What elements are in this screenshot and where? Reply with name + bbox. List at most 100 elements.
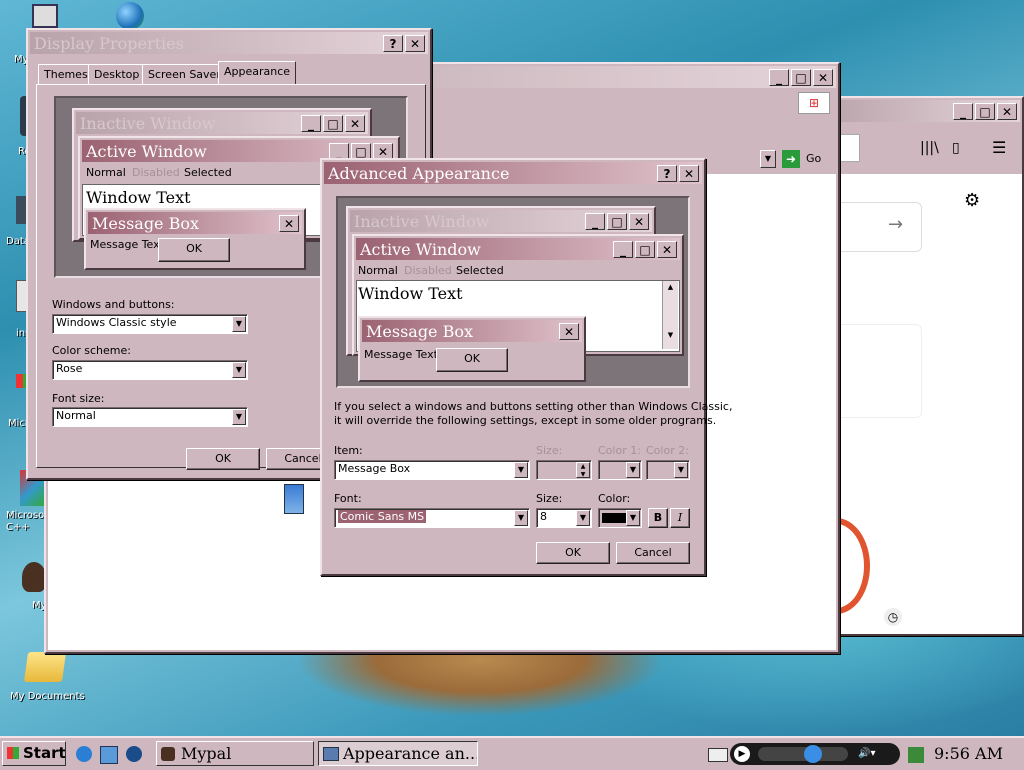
browser-back-titlebar[interactable]: _ □ ✕ bbox=[824, 100, 1020, 122]
clock[interactable]: 9:56 AM bbox=[934, 744, 1003, 763]
font-size-select[interactable]: Normal ▼ bbox=[52, 407, 248, 427]
color2-label: Color 2: bbox=[646, 444, 689, 457]
arrow-right-icon[interactable]: → bbox=[888, 214, 903, 235]
advanced-appearance-window[interactable]: Advanced Appearance ? ✕ Inactive Window … bbox=[320, 158, 732, 576]
advanced-appearance-titlebar[interactable]: Advanced Appearance ? ✕ bbox=[324, 162, 702, 184]
windows-logo-icon: ⊞ bbox=[798, 92, 830, 114]
taskbar-button-label: Mypal bbox=[181, 744, 232, 763]
windows-buttons-select[interactable]: Windows Classic style ▼ bbox=[52, 314, 248, 334]
taskbar-button-mypal[interactable]: Mypal bbox=[156, 741, 314, 766]
tab-screen-saver[interactable]: Screen Saver bbox=[142, 64, 227, 85]
item-size-spinner[interactable]: ▲ ▼ bbox=[536, 460, 592, 480]
taskbar-button-appearance[interactable]: Appearance an... bbox=[318, 741, 478, 766]
close-button: ✕ bbox=[657, 241, 677, 258]
maximize-button[interactable]: □ bbox=[975, 103, 995, 120]
play-icon[interactable]: ▶ bbox=[734, 746, 750, 762]
help-button[interactable]: ? bbox=[383, 35, 403, 52]
color2-picker[interactable]: ▼ bbox=[646, 460, 690, 480]
minimize-button[interactable]: _ bbox=[769, 69, 789, 86]
minimize-button[interactable]: _ bbox=[953, 103, 973, 120]
maximize-button[interactable]: □ bbox=[791, 69, 811, 86]
close-button[interactable]: ✕ bbox=[997, 103, 1017, 120]
media-play-center-icon[interactable] bbox=[804, 745, 822, 763]
preview-msgbox-ok: OK bbox=[158, 238, 230, 262]
windows-buttons-value: Windows Classic style bbox=[56, 316, 177, 329]
font-size-label: Font size: bbox=[52, 392, 105, 405]
preview-menu-selected: Selected bbox=[456, 264, 504, 277]
folder-icon[interactable] bbox=[23, 652, 67, 682]
preview-active-title: Active Window bbox=[360, 239, 481, 259]
italic-button[interactable]: I bbox=[670, 508, 690, 528]
monkey-shortcut-icon[interactable] bbox=[22, 562, 46, 592]
chevron-down-icon[interactable]: ▼ bbox=[674, 462, 688, 478]
sidebar-icon[interactable]: ▯ bbox=[952, 140, 960, 156]
program-icon bbox=[284, 484, 304, 514]
color1-picker[interactable]: ▼ bbox=[598, 460, 642, 480]
size-label-font: Size: bbox=[536, 492, 563, 505]
tab-desktop[interactable]: Desktop bbox=[88, 64, 146, 85]
color-scheme-select[interactable]: Rose ▼ bbox=[52, 360, 248, 380]
display-properties-titlebar[interactable]: Display Properties ? ✕ bbox=[30, 32, 428, 54]
browser-window-back[interactable]: _ □ ✕ |||\ ▯ ☰ ⚙ → ◷ bbox=[802, 96, 1024, 636]
start-button[interactable]: Start bbox=[2, 741, 66, 766]
tab-themes[interactable]: Themes bbox=[38, 64, 94, 85]
bold-button[interactable]: B bbox=[648, 508, 668, 528]
preview-inactive-titlebar: Inactive Window _ □ ✕ bbox=[76, 112, 368, 134]
chevron-down-icon[interactable]: ▼ bbox=[514, 462, 528, 478]
chevron-down-icon[interactable]: ▼ bbox=[576, 510, 590, 526]
help-button[interactable]: ? bbox=[657, 165, 677, 182]
chevron-down-icon[interactable]: ▼ bbox=[232, 316, 246, 332]
color-swatch bbox=[602, 513, 626, 523]
close-button: ✕ bbox=[279, 215, 299, 232]
font-select[interactable]: Comic Sans MS ▼ bbox=[334, 508, 530, 528]
spinner-arrows-icon[interactable]: ▲ ▼ bbox=[576, 462, 590, 478]
preview-menu-selected: Selected bbox=[184, 166, 232, 179]
chevron-down-icon[interactable]: ▼ bbox=[514, 510, 528, 526]
font-size-value: Normal bbox=[56, 409, 96, 422]
my-computer-icon[interactable] bbox=[32, 4, 58, 28]
globe-icon[interactable] bbox=[116, 2, 144, 30]
media-player-icon[interactable] bbox=[126, 746, 142, 762]
url-field-end[interactable] bbox=[838, 134, 860, 162]
chevron-down-icon[interactable]: ▼ bbox=[626, 510, 640, 526]
preview-message-box: Message Box ✕ Message Text OK bbox=[84, 208, 306, 270]
chevron-down-icon[interactable]: ▼ bbox=[232, 362, 246, 378]
ie-icon[interactable] bbox=[76, 746, 92, 762]
keyboard-icon[interactable] bbox=[708, 748, 728, 762]
minimize-button: _ bbox=[613, 241, 633, 258]
gear-icon[interactable]: ⚙ bbox=[964, 190, 980, 211]
font-size-select[interactable]: 8 ▼ bbox=[536, 508, 592, 528]
tab-appearance[interactable]: Appearance bbox=[218, 61, 297, 85]
item-label: Item: bbox=[334, 444, 363, 457]
preview-inactive-title: Inactive Window bbox=[80, 113, 216, 133]
window-title: Advanced Appearance bbox=[328, 163, 510, 183]
menu-icon[interactable]: ☰ bbox=[992, 138, 1006, 157]
preview-menu-normal: Normal bbox=[86, 166, 126, 179]
go-arrow-icon[interactable]: ➜ bbox=[782, 150, 800, 168]
cancel-button[interactable]: Cancel bbox=[616, 542, 690, 564]
explorer-icon[interactable] bbox=[100, 746, 118, 764]
preview-menu-normal: Normal bbox=[358, 264, 398, 277]
font-color-picker[interactable]: ▼ bbox=[598, 508, 642, 528]
close-button: ✕ bbox=[559, 323, 579, 340]
preview-active-title: Active Window bbox=[86, 141, 207, 161]
close-button[interactable]: ✕ bbox=[405, 35, 425, 52]
volume-icon[interactable]: 🔊▾ bbox=[858, 748, 875, 759]
library-icon[interactable]: |||\ bbox=[920, 140, 939, 156]
preview-menu-disabled: Disabled bbox=[132, 166, 180, 179]
close-button[interactable]: ✕ bbox=[679, 165, 699, 182]
network-icon[interactable] bbox=[908, 747, 924, 763]
ok-button[interactable]: OK bbox=[186, 448, 260, 470]
windows-buttons-label: Windows and buttons: bbox=[52, 298, 175, 311]
history-icon[interactable]: ◷ bbox=[884, 608, 902, 626]
chevron-down-icon[interactable]: ▼ bbox=[232, 409, 246, 425]
close-button[interactable]: ✕ bbox=[813, 69, 833, 86]
address-dropdown-icon[interactable]: ▼ bbox=[760, 150, 776, 168]
chevron-down-icon[interactable]: ▼ bbox=[626, 462, 640, 478]
go-button[interactable]: Go bbox=[806, 152, 821, 165]
media-controls-icon[interactable] bbox=[758, 747, 848, 761]
preview-msgbox-text: Message Text bbox=[90, 238, 164, 251]
mypal-icon bbox=[161, 747, 175, 761]
ok-button[interactable]: OK bbox=[536, 542, 610, 564]
item-select[interactable]: Message Box ▼ bbox=[334, 460, 530, 480]
